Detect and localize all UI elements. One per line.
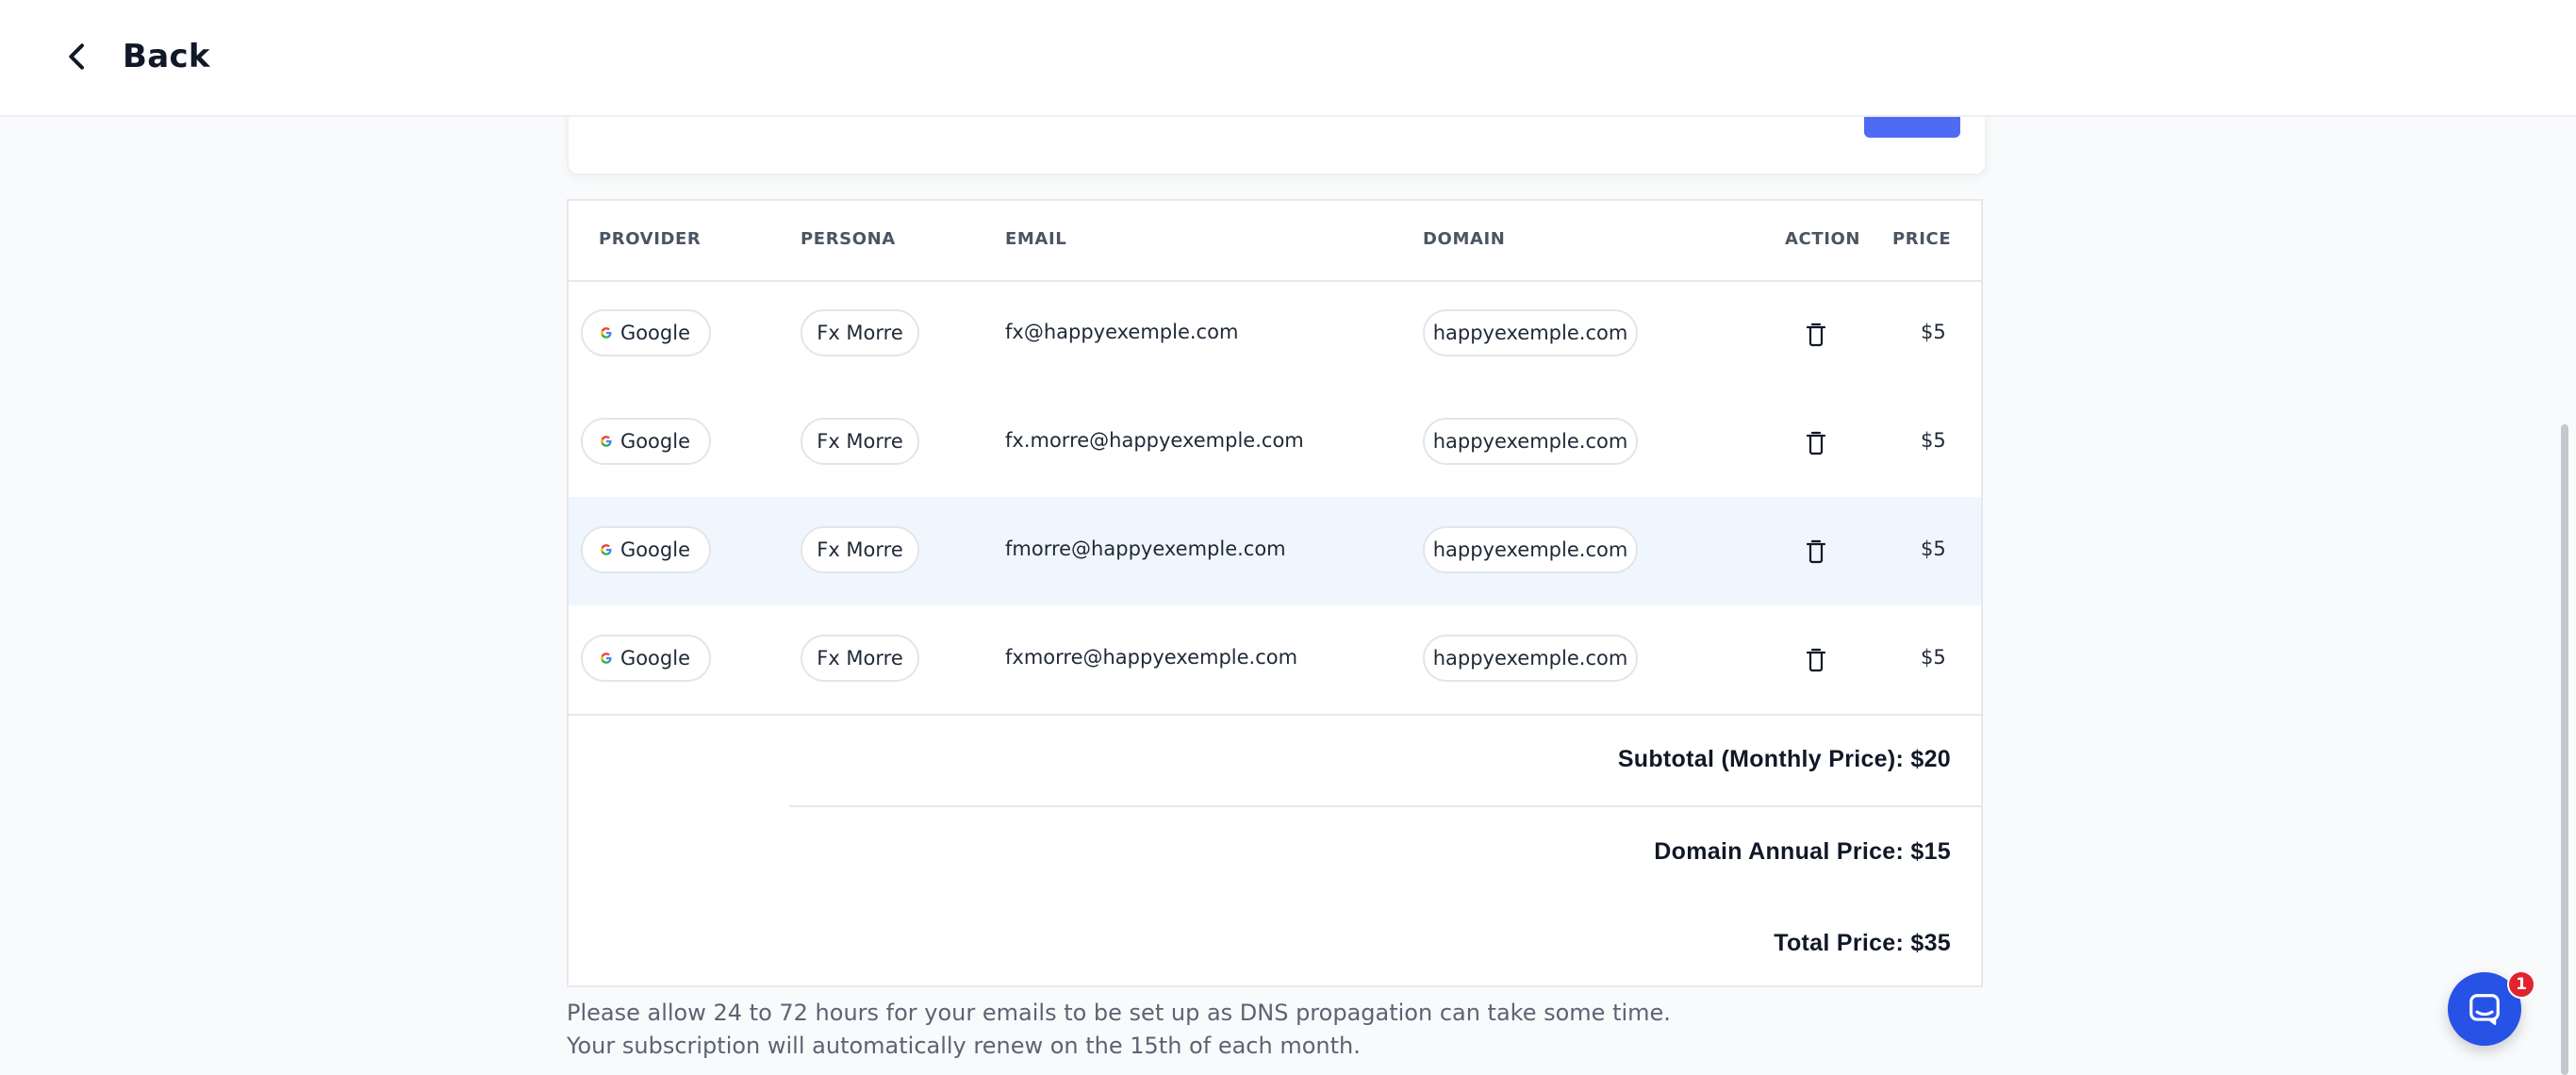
persona-chip[interactable]: Fx Morre	[801, 418, 919, 465]
row-price: $5	[1921, 538, 1946, 560]
row-price: $5	[1921, 646, 1946, 669]
domain-label: happyexemple.com	[1432, 322, 1628, 344]
dns-notice: Please allow 24 to 72 hours for your ema…	[567, 1000, 1671, 1026]
email-address: fmorre@happyexemple.com	[1005, 538, 1286, 560]
google-icon	[601, 436, 612, 447]
google-icon	[601, 327, 612, 339]
provider-chip[interactable]: Google	[581, 526, 711, 573]
persona-chip[interactable]: Fx Morre	[801, 635, 919, 682]
row-price: $5	[1921, 429, 1946, 452]
provider-chip[interactable]: Google	[581, 635, 711, 682]
chevron-left-icon	[69, 43, 84, 70]
setup-notes: Please allow 24 to 72 hours for your ema…	[567, 997, 1671, 1063]
google-icon	[601, 544, 612, 555]
persona-chip[interactable]: Fx Morre	[801, 526, 919, 573]
page-scrollbar[interactable]	[2561, 424, 2568, 1075]
column-domain: DOMAIN	[1423, 229, 1506, 249]
persona-chip[interactable]: Fx Morre	[801, 309, 919, 356]
column-action: ACTION	[1785, 229, 1861, 249]
domain-chip[interactable]: happyexemple.com	[1423, 309, 1638, 356]
subtotal-text: Subtotal (Monthly Price): $20	[1617, 746, 1951, 772]
total-price-text: Total Price: $35	[1774, 930, 1951, 956]
notification-badge: 1	[2507, 970, 2535, 999]
provider-chip[interactable]: Google	[581, 309, 711, 356]
column-price: PRICE	[1892, 229, 1952, 249]
page: Back PROVIDER PERSONA EMAIL DOMAIN ACTIO…	[0, 0, 2576, 1075]
chat-icon	[2469, 994, 2500, 1026]
top-bar: Back	[0, 0, 2576, 117]
back-label: Back	[123, 38, 210, 75]
provider-label: Google	[619, 322, 690, 344]
column-persona: PERSONA	[801, 229, 896, 249]
provider-label: Google	[619, 647, 690, 670]
table-row: Google Fx Morre fx@happyexemple.com happ…	[569, 280, 1981, 389]
domain-chip[interactable]: happyexemple.com	[1423, 526, 1638, 573]
domain-chip[interactable]: happyexemple.com	[1423, 418, 1638, 465]
persona-label: Fx Morre	[817, 430, 903, 453]
summary-divider	[789, 805, 1983, 807]
column-email: EMAIL	[1005, 229, 1067, 249]
provider-chip[interactable]: Google	[581, 418, 711, 465]
table-row: Google Fx Morre fxmorre@happyexemple.com…	[569, 605, 1981, 714]
renewal-notice: Your subscription will automatically ren…	[567, 1033, 1361, 1059]
provider-label: Google	[619, 430, 690, 453]
table-row: Google Fx Morre fmorre@happyexemple.com …	[569, 497, 1981, 605]
google-icon	[601, 653, 612, 664]
persona-label: Fx Morre	[817, 538, 903, 561]
mailbox-table: PROVIDER PERSONA EMAIL DOMAIN ACTION PRI…	[567, 199, 1983, 987]
domain-chip[interactable]: happyexemple.com	[1423, 635, 1638, 682]
back-button[interactable]: Back	[58, 30, 210, 83]
email-address: fx@happyexemple.com	[1005, 321, 1239, 343]
domain-label: happyexemple.com	[1432, 538, 1628, 561]
trash-icon[interactable]	[1805, 539, 1827, 564]
summary-divider	[569, 714, 1981, 716]
row-price: $5	[1921, 321, 1946, 343]
email-address: fxmorre@happyexemple.com	[1005, 646, 1298, 669]
table-row: Google Fx Morre fx.morre@happyexemple.co…	[569, 389, 1981, 497]
table-header: PROVIDER PERSONA EMAIL DOMAIN ACTION PRI…	[569, 201, 1981, 282]
domain-annual-price-text: Domain Annual Price: $15	[1654, 838, 1951, 865]
trash-icon[interactable]	[1805, 322, 1827, 347]
email-address: fx.morre@happyexemple.com	[1005, 429, 1304, 452]
trash-icon[interactable]	[1805, 431, 1827, 455]
persona-label: Fx Morre	[817, 322, 903, 344]
domain-label: happyexemple.com	[1432, 430, 1628, 453]
trash-icon[interactable]	[1805, 648, 1827, 672]
persona-label: Fx Morre	[817, 647, 903, 670]
provider-label: Google	[619, 538, 690, 561]
column-provider: PROVIDER	[599, 229, 702, 249]
domain-label: happyexemple.com	[1432, 647, 1628, 670]
